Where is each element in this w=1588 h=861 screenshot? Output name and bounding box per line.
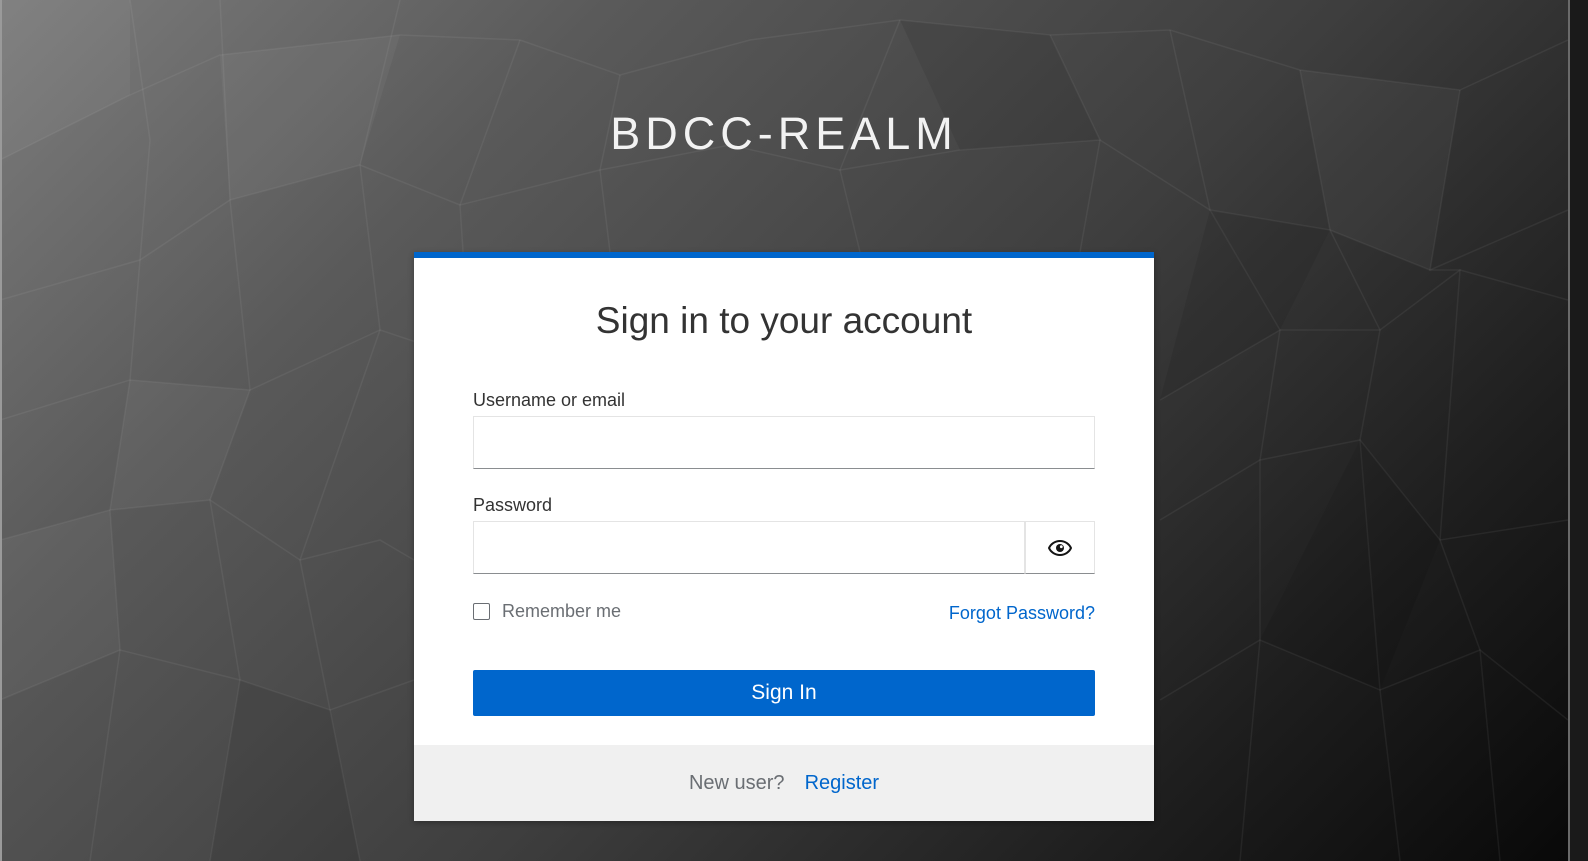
password-input[interactable] (473, 521, 1025, 574)
remember-me-checkbox[interactable] (473, 603, 490, 620)
show-password-button[interactable] (1025, 521, 1095, 574)
username-input[interactable] (473, 416, 1095, 469)
sign-in-button[interactable]: Sign In (473, 670, 1095, 716)
new-user-text: New user? (688, 771, 785, 794)
remember-me-label[interactable]: Remember me (502, 601, 621, 622)
username-label: Username or email (473, 390, 626, 410)
eye-icon (1048, 539, 1072, 556)
register-link[interactable]: Register (805, 772, 879, 795)
forgot-password-link[interactable]: Forgot Password? (949, 603, 1095, 624)
remember-me: Remember me (473, 601, 621, 622)
card-heading: Sign in to your account (595, 300, 973, 341)
login-card: Sign in to your account Username or emai… (414, 252, 1154, 821)
card-footer: New user? Register (414, 745, 1154, 821)
password-label: Password (473, 495, 553, 515)
realm-title: BDCC-REALM (610, 108, 958, 159)
right-window-strip (1568, 0, 1588, 861)
